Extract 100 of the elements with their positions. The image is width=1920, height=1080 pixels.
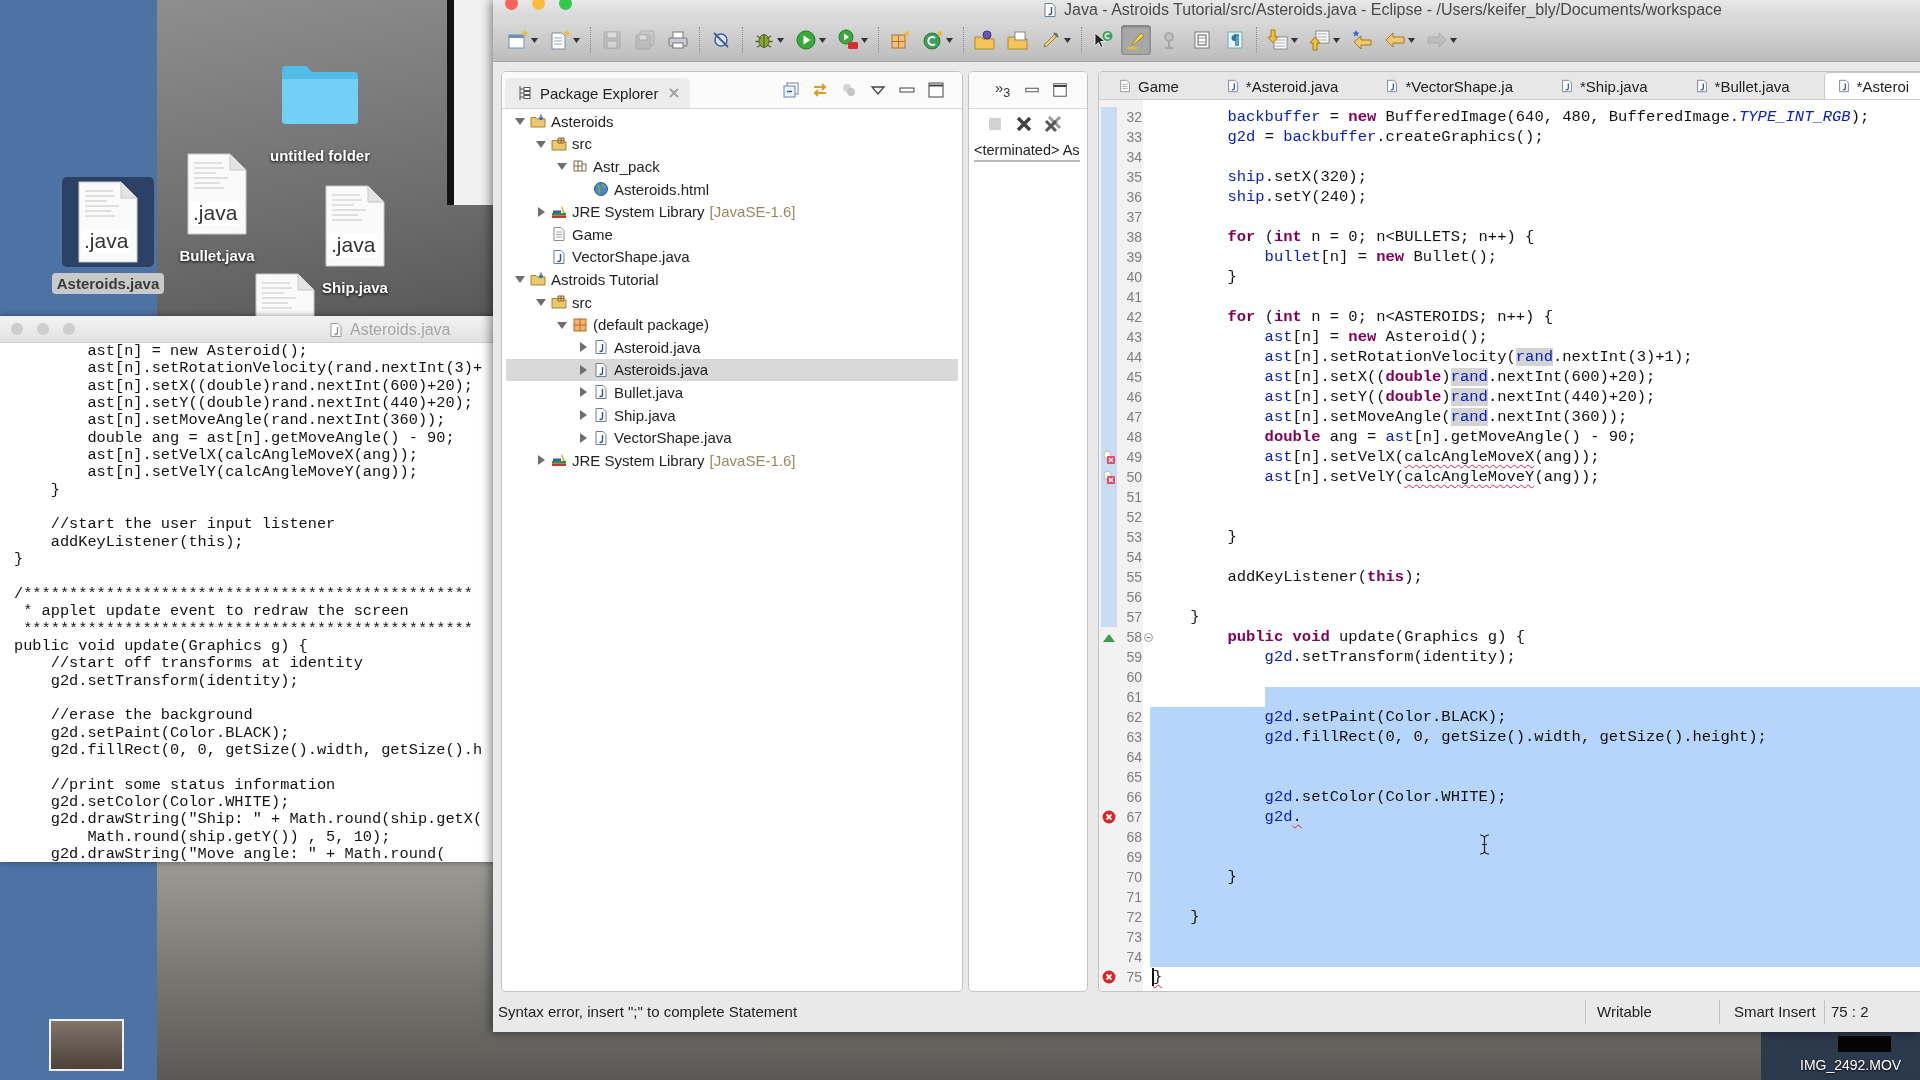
video-thumbnail[interactable]	[1838, 1036, 1891, 1052]
tree-item[interactable]: Asteroids	[506, 110, 958, 133]
tree-item[interactable]: JRE System Library [JavaSE-1.6]	[506, 448, 958, 472]
tree-item[interactable]: VectorShape.java	[506, 245, 958, 269]
code-line: addKeyListener(this);	[1226, 567, 1423, 587]
line-number: 62	[1125, 708, 1143, 727]
cursor-position-label: 75 : 2	[1831, 1003, 1869, 1020]
file-name-label[interactable]: Ship.java	[317, 277, 393, 298]
document-icon[interactable]	[255, 273, 315, 317]
file-name-label[interactable]: Bullet.java	[174, 245, 260, 266]
launch-entry[interactable]: <terminated> As	[974, 142, 1080, 162]
code-line: }	[1189, 907, 1200, 927]
tree-item[interactable]: Astr_pack	[506, 155, 958, 178]
disclosure-triangle-icon[interactable]	[577, 431, 589, 444]
tree-item[interactable]: Game	[506, 222, 958, 246]
caret-icon[interactable]	[819, 37, 826, 43]
tree-item[interactable]: (default package)	[506, 313, 958, 336]
maximize-icon[interactable]	[1052, 82, 1069, 98]
editor-tab[interactable]: *Ship.java	[1547, 72, 1682, 99]
code-line: backbuffer = new BufferedImage(640, 480, BufferedImage.TYPE_INT_RGB);	[1226, 107, 1870, 127]
more-views-button[interactable]: »$_{3}$	[995, 79, 1011, 101]
code-line: g2d.fillRect(0, 0, getSize().width, getSize().height);	[1263, 727, 1767, 747]
caret-icon[interactable]	[946, 37, 953, 43]
file-name-label[interactable]: Asteroids.java	[51, 273, 165, 294]
fold-toggle-icon[interactable]	[1143, 632, 1153, 642]
disclosure-triangle-icon[interactable]	[535, 205, 547, 218]
java-file-icon	[1836, 79, 1851, 93]
collapse-all-icon[interactable]	[782, 81, 800, 99]
code-line: }	[1226, 527, 1237, 547]
double-x-icon[interactable]	[1044, 115, 1062, 133]
photo-thumbnail[interactable]	[49, 1019, 124, 1071]
code-line: ast[n].setX((double)rand.nextInt(600)+20);	[1263, 367, 1656, 387]
tree-item[interactable]: JRE System Library [JavaSE-1.6]	[506, 200, 958, 223]
caret-icon[interactable]	[1291, 37, 1298, 43]
text-cursor-icon	[1479, 834, 1490, 855]
editor-tab[interactable]: *Asteroi	[1823, 72, 1920, 99]
line-number: 74	[1125, 948, 1143, 967]
java-file-icon	[1042, 1, 1058, 18]
code-line: ast[n].setY((double)rand.nextInt(440)+20);	[86, 395, 473, 413]
java-file-icon	[1225, 79, 1240, 93]
x-mark-icon[interactable]	[1015, 115, 1033, 133]
disclosure-triangle-icon[interactable]	[577, 341, 589, 354]
code-line: bullet[n] = new Bullet();	[1263, 247, 1498, 267]
line-number: 75	[1125, 968, 1143, 987]
tree-item[interactable]: Asteroids.java	[506, 358, 958, 382]
package-explorer-tab[interactable]: Package Explorer	[505, 78, 691, 108]
editor-tab[interactable]: *Bullet.java	[1681, 72, 1824, 99]
code-line: double ang = ast[n].getMoveAngle() - 90;	[1263, 427, 1637, 447]
caret-icon[interactable]	[573, 37, 580, 43]
tree-item[interactable]: src	[506, 132, 958, 156]
package-icon	[572, 158, 588, 175]
code-line: g2d.setTransform(identity);	[49, 672, 299, 690]
disclosure-triangle-icon[interactable]	[577, 409, 589, 421]
disclosure-triangle-icon[interactable]	[577, 386, 589, 399]
line-number: 63	[1125, 728, 1143, 747]
line-number: 51	[1125, 488, 1143, 507]
line-number: 73	[1125, 928, 1143, 947]
document-icon	[551, 226, 567, 243]
error-icon[interactable]	[1102, 810, 1116, 824]
error-icon[interactable]	[1102, 970, 1116, 984]
line-number: 57	[1125, 608, 1143, 627]
line-number: 72	[1125, 908, 1143, 927]
caret-icon[interactable]	[531, 37, 538, 43]
code-line: ast[n].setVelY(calcAngleMoveY(ang));	[1263, 467, 1600, 487]
line-number: 40	[1125, 268, 1143, 287]
code-line: //start the user input listener	[49, 516, 336, 534]
code-line: g2d.setTransform(identity);	[1263, 647, 1516, 667]
code-line: g2d = backbuffer.createGraphics();	[1226, 127, 1544, 147]
close-button[interactable]	[505, 0, 518, 10]
editor-tab[interactable]: *Asteroid.java	[1212, 72, 1373, 99]
tree-item[interactable]: Ship.java	[506, 403, 958, 427]
line-number: 45	[1125, 368, 1143, 387]
editor-tab[interactable]: Game	[1105, 72, 1213, 99]
file-name-label[interactable]: IMG_2492.MOV	[1800, 1057, 1902, 1073]
file-extension-label: .java	[191, 201, 240, 225]
code-line: }	[1153, 967, 1163, 987]
caret-icon[interactable]	[1333, 37, 1340, 43]
line-number: 67	[1125, 808, 1143, 827]
line-number: 49	[1125, 448, 1143, 467]
tree-item[interactable]: Asteroids.html	[506, 177, 958, 201]
file-name-label[interactable]: untitled folder	[265, 145, 375, 166]
caret-icon[interactable]	[1064, 37, 1071, 43]
caret-icon[interactable]	[777, 37, 784, 43]
line-number: 54	[1125, 548, 1143, 567]
tree-item[interactable]: Asteroid.java	[506, 335, 958, 359]
tree-item[interactable]: Bullet.java	[506, 381, 958, 404]
code-line: /*************************************************	[14, 585, 473, 604]
caret-icon[interactable]	[1408, 37, 1415, 43]
tree-item[interactable]: VectorShape.java	[506, 426, 958, 449]
window-title: Asteroids.java	[350, 320, 451, 339]
caret-icon[interactable]	[861, 37, 868, 43]
code-line: ast[n].setMoveAngle(rand.nextInt(360));	[1263, 407, 1628, 427]
line-number: 71	[1125, 888, 1143, 907]
editor-tab[interactable]: *VectorShape.ja	[1372, 72, 1547, 99]
disclosure-triangle-icon[interactable]	[535, 454, 547, 467]
tree-item[interactable]: src	[506, 290, 958, 314]
maximize-icon[interactable]	[927, 81, 945, 99]
disclosure-triangle-icon[interactable]	[577, 363, 589, 376]
code-line: ast[n].setY((double)rand.nextInt(440)+20);	[1263, 387, 1656, 407]
tree-item[interactable]: Astroids Tutorial	[506, 268, 958, 291]
